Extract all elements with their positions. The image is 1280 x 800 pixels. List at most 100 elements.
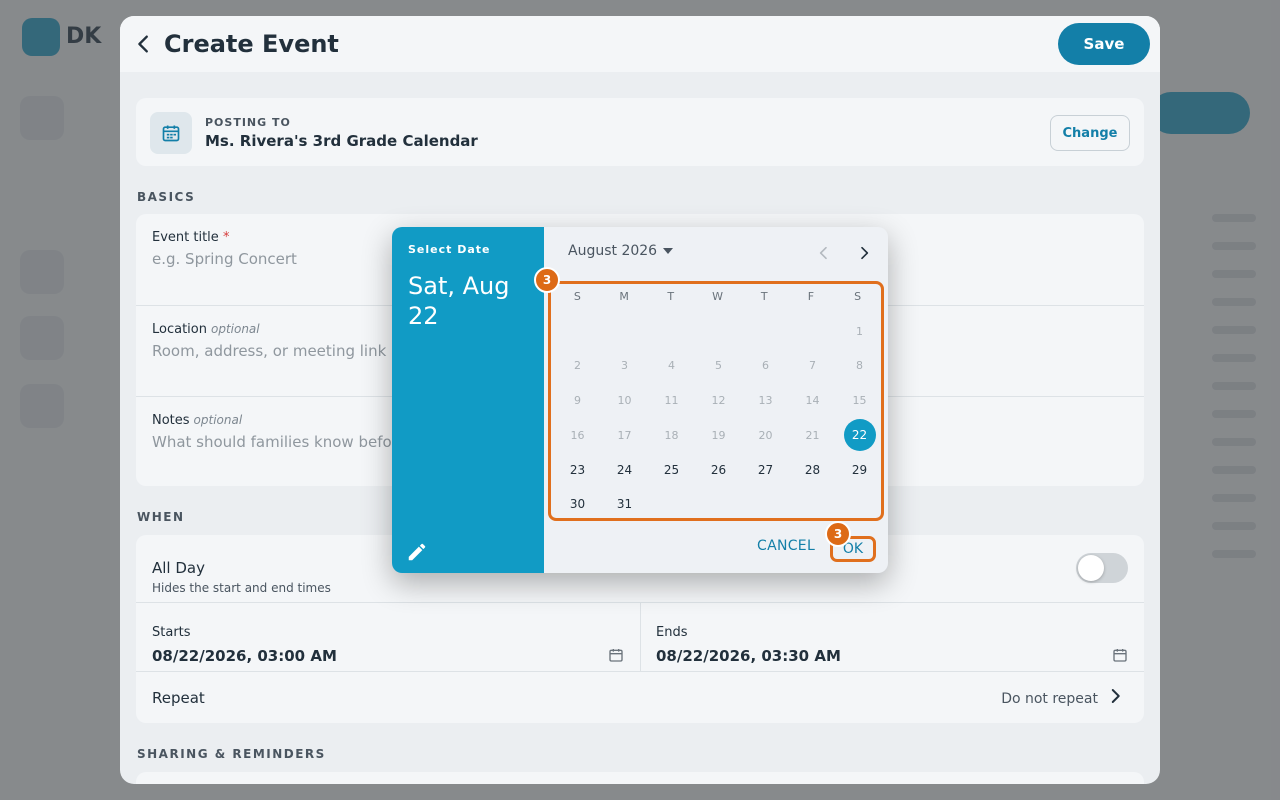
chevron-right-icon[interactable] [1106, 687, 1124, 705]
date-picker-dialog: Select Date Sat, Aug 22 August 2026 S M T W… [392, 227, 888, 573]
step-badge: 3 [534, 267, 560, 293]
starts-input[interactable]: 08/22/2026, 03:00 AM [152, 647, 337, 665]
weekday-label: T [667, 290, 675, 303]
day-24[interactable]: 24 [601, 452, 648, 487]
caret-down-icon [663, 248, 674, 254]
chevron-left-icon [819, 246, 827, 260]
required-marker: * [222, 230, 230, 245]
when-section-label: WHEN [137, 510, 185, 524]
selected-date-display: Sat, Aug 22 [408, 272, 510, 330]
day-29[interactable]: 29 [836, 452, 883, 487]
previous-month-button[interactable] [812, 241, 836, 265]
posting-to-calendar: Ms. Rivera's 3rd Grade Calendar [205, 132, 478, 150]
sheet-header: Create Event Save [120, 16, 1160, 72]
posting-to-label: POSTING TO [205, 116, 291, 129]
day-2: 2 [574, 359, 581, 373]
weekday-label: S [573, 290, 581, 303]
basics-section-label: BASICS [137, 190, 196, 204]
next-month-button[interactable] [852, 241, 876, 265]
chevron-right-icon [861, 246, 869, 260]
date-picker-header: Select Date Sat, Aug 22 [392, 227, 544, 573]
day-21: 21 [805, 428, 820, 442]
notes-label: Notes optional [152, 413, 243, 428]
calendar-icon[interactable] [608, 647, 624, 663]
day-14: 14 [805, 393, 820, 407]
empty-day-cell [601, 314, 648, 349]
month-year-label: August 2026 [568, 243, 658, 259]
day-12: 12 [711, 393, 726, 407]
back-button[interactable] [128, 28, 160, 60]
pencil-icon [408, 543, 426, 561]
day-1: 1 [856, 324, 863, 338]
toggle-knob [1078, 555, 1104, 581]
empty-day-cell [742, 314, 789, 349]
day-20: 20 [758, 428, 773, 442]
posting-to-card: POSTING TO Ms. Rivera's 3rd Grade Calend… [136, 98, 1144, 166]
selected-day-circle: 22 [843, 419, 876, 452]
day-16: 16 [570, 428, 585, 442]
empty-day-cell [789, 314, 836, 349]
day-13: 13 [758, 393, 773, 407]
day-31[interactable]: 31 [601, 487, 648, 522]
day-8: 8 [856, 359, 863, 373]
weekday-label: W [712, 290, 723, 303]
date-picker-body: August 2026 SMTWTFS 1 2 3 4 5 6 7 8 9 10 11 12 13 14 1… [534, 227, 888, 573]
day-9: 9 [574, 393, 581, 407]
divider [640, 603, 641, 671]
day-23[interactable]: 23 [554, 452, 601, 487]
cancel-button[interactable]: CANCEL [757, 538, 815, 554]
weekday-label: F [807, 290, 815, 303]
event-title-label: Event title * [152, 230, 230, 245]
day-27[interactable]: 27 [742, 452, 789, 487]
day-17: 17 [617, 428, 632, 442]
edit-date-button[interactable] [404, 539, 430, 565]
day-26[interactable]: 26 [695, 452, 742, 487]
all-day-label: All Day [152, 559, 205, 577]
calendar-icon [150, 112, 192, 154]
all-day-toggle[interactable] [1076, 553, 1128, 583]
day-25[interactable]: 25 [648, 452, 695, 487]
event-title-input[interactable]: e.g. Spring Concert [152, 250, 297, 268]
month-year-selector[interactable]: August 2026 [568, 243, 674, 259]
day-10: 10 [617, 393, 632, 407]
select-date-label: Select Date [408, 243, 491, 256]
page-title: Create Event [164, 30, 339, 58]
day-28[interactable]: 28 [789, 452, 836, 487]
weekday-label: T [760, 290, 768, 303]
day-grid: 1 2 3 4 5 6 7 8 9 10 11 12 13 14 15 16 17 18 19 20 21 22 23 24 2… [554, 314, 883, 522]
day-5: 5 [715, 359, 722, 373]
empty-day-cell [695, 314, 742, 349]
step-badge: 3 [825, 521, 851, 547]
day-30[interactable]: 30 [554, 487, 601, 522]
day-15: 15 [852, 393, 867, 407]
weekday-label: S [854, 290, 862, 303]
notes-input[interactable]: What should families know before [152, 433, 407, 451]
all-day-description: Hides the start and end times [152, 581, 331, 595]
empty-day-cell [554, 314, 601, 349]
day-6: 6 [762, 359, 769, 373]
day-7: 7 [809, 359, 816, 373]
starts-label: Starts [152, 625, 191, 640]
repeat-label: Repeat [152, 689, 205, 707]
repeat-value[interactable]: Do not repeat [1001, 691, 1098, 707]
empty-day-cell [648, 314, 695, 349]
location-input[interactable]: Room, address, or meeting link [152, 342, 386, 360]
change-calendar-button[interactable]: Change [1050, 115, 1130, 151]
calendar-grid: SMTWTFS 1 2 3 4 5 6 7 8 9 10 11 12 13 14 15 16 17 18 19 20 2… [548, 281, 884, 521]
ends-label: Ends [656, 625, 688, 640]
day-3: 3 [621, 359, 628, 373]
chevron-left-icon [138, 35, 148, 53]
divider [136, 671, 1144, 672]
save-button[interactable]: Save [1058, 23, 1150, 65]
day-18: 18 [664, 428, 679, 442]
day-11: 11 [664, 393, 679, 407]
day-22[interactable]: 22 [836, 418, 883, 453]
sharing-card [136, 772, 1144, 784]
weekday-label: M [619, 290, 629, 303]
day-4: 4 [668, 359, 675, 373]
sharing-section-label: SHARING & REMINDERS [137, 747, 326, 761]
location-label: Location optional [152, 322, 260, 337]
calendar-icon[interactable] [1112, 647, 1128, 663]
ends-input[interactable]: 08/22/2026, 03:30 AM [656, 647, 841, 665]
day-19: 19 [711, 428, 726, 442]
